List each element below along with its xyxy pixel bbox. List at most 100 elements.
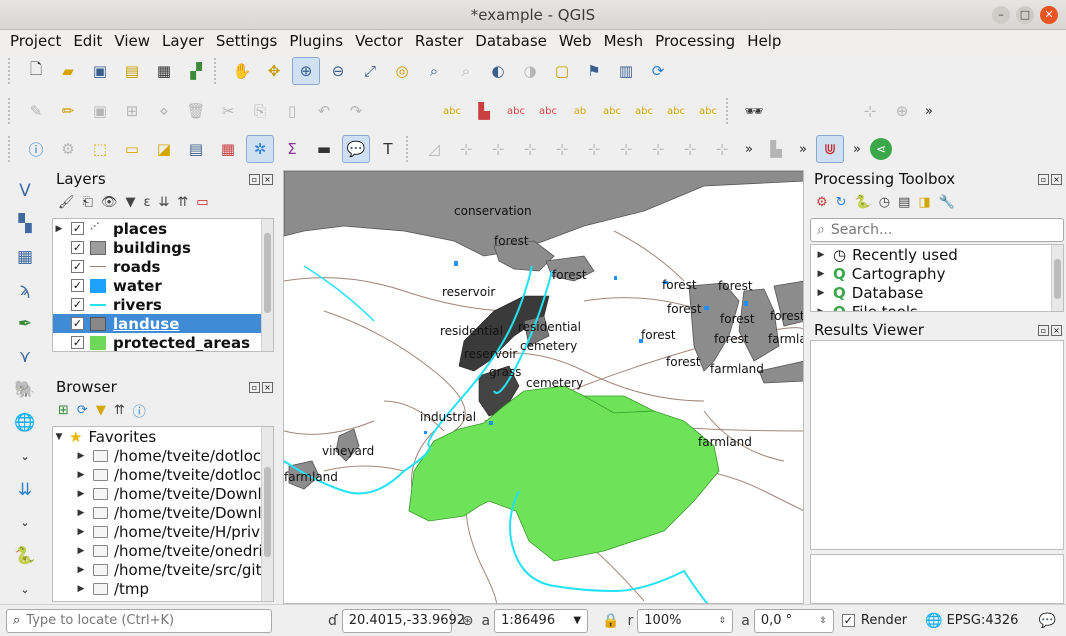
toolbar-overflow-icon[interactable]: » [794,142,812,157]
layer-row-roads[interactable]: ✓ roads [53,257,273,276]
favorite-folder[interactable]: ▶ /home/tveite/src/git/ [53,560,273,579]
menu-settings[interactable]: Settings [210,30,284,52]
menu-processing[interactable]: Processing [649,30,741,52]
close-panel-icon[interactable]: × [1051,324,1062,336]
close-panel-icon[interactable]: × [262,173,273,185]
favorite-folder[interactable]: ▶ /tmp [53,579,273,598]
toolbar-grip[interactable] [214,58,220,84]
filter-icon[interactable]: ▼ [125,195,135,210]
label-pin-icon[interactable]: abc [502,97,530,125]
toolbar-grip[interactable] [8,58,14,84]
toolbar-overflow-icon[interactable]: » [920,104,938,119]
layer-checkbox[interactable]: ✓ [71,241,84,254]
locator-input[interactable]: ⌕ Type to locate (Ctrl+K) [6,608,272,633]
label-move-icon[interactable]: ab [566,97,594,125]
magnifier-field[interactable]: 100% ⇳ [637,608,734,633]
add-group-icon[interactable]: ⎗ [83,195,93,210]
zoom-last-icon[interactable]: ◐ [484,57,512,85]
layer-row-protected-areas[interactable]: ✓ protected_areas [53,333,273,351]
layer-checkbox[interactable]: ✓ [71,336,84,349]
add-wms-icon[interactable]: 🌐 [10,411,40,436]
results-icon[interactable]: ▤ [898,195,910,210]
messages-icon[interactable]: 💬 [1034,613,1059,629]
expand-arrow-icon[interactable]: ▶ [53,224,65,234]
copy-icon[interactable]: ⎘ [246,97,274,125]
toolbar-grip[interactable] [8,98,14,124]
layer-row-places[interactable]: ▶ ✓ ⋰ places [53,219,273,238]
expand-arrow-icon[interactable]: ▶ [75,527,87,537]
expand-arrow-icon[interactable]: ▶ [815,250,827,260]
float-panel-icon[interactable]: ▫ [1038,324,1049,336]
browser-scrollbar[interactable] [261,427,273,601]
options-wrench-icon[interactable]: 🔧 [939,195,955,210]
models-icon[interactable]: ⚙ [816,195,828,210]
toolbar-overflow-icon[interactable]: ⌄ [10,577,40,602]
layer-row-buildings[interactable]: ✓ buildings [53,238,273,257]
edit-features-icon[interactable]: ◨ [918,195,930,210]
menu-raster[interactable]: Raster [409,30,469,52]
close-panel-icon[interactable]: × [1051,173,1062,185]
refresh-icon[interactable]: ⟳ [77,403,88,418]
minimize-icon[interactable]: – [992,6,1010,24]
measure-icon[interactable]: ▬ [310,135,338,163]
expand-arrow-icon[interactable]: ▶ [815,269,827,279]
layer-row-water[interactable]: ✓ water [53,276,273,295]
toolbar-grip[interactable] [726,98,732,124]
favorite-folder[interactable]: ▶ /home/tveite/dotloca [53,465,273,484]
processing-group-database[interactable]: ▶ Q Database [811,283,1063,302]
favorites-node[interactable]: ▼ ★ Favorites [53,427,273,446]
python-icon[interactable]: 🐍 [855,195,871,210]
add-spatialite-icon[interactable]: ⋎ [10,344,40,369]
menu-web[interactable]: Web [553,30,598,52]
results-list[interactable] [810,340,1064,550]
toolbar-overflow-icon[interactable]: ⌄ [10,510,40,535]
add-feature-icon[interactable]: ⊹ [452,135,480,163]
menu-database[interactable]: Database [469,30,553,52]
delete-icon[interactable]: 🗑 [182,97,210,125]
undo-icon[interactable]: ↶ [310,97,338,125]
layer-checkbox[interactable]: ✓ [71,298,84,311]
add-feature-icon[interactable]: ⊹ [708,135,736,163]
toggle-extents-icon[interactable]: ⊛ [458,613,478,629]
add-feature-icon[interactable]: ⊞ [118,97,146,125]
menu-layer[interactable]: Layer [156,30,210,52]
scripts-icon[interactable]: ↻ [836,195,847,210]
float-panel-icon[interactable]: ▫ [249,173,260,185]
label-edit-icon[interactable]: abc [694,97,722,125]
float-panel-icon[interactable]: ▫ [1038,173,1049,185]
layer-checkbox[interactable]: ✓ [71,222,84,235]
zoom-full-icon[interactable]: ⤢ [356,57,384,85]
favorite-folder[interactable]: ▶ /home/tveite/dotloca [53,446,273,465]
zoom-in-icon[interactable]: ⊕ [292,57,320,85]
map-tips-icon[interactable]: 💬 [342,135,370,163]
vertex-tool-icon[interactable]: ⋄ [150,97,178,125]
add-feature-icon[interactable]: ⊹ [644,135,672,163]
history-icon[interactable]: ◷ [879,195,890,210]
expand-arrow-icon[interactable]: ▶ [75,565,87,575]
menu-view[interactable]: View [108,30,156,52]
identify-icon[interactable]: ⓘ [22,135,50,163]
new-project-icon[interactable]: 🗋 [22,57,50,85]
field-calc-icon[interactable]: ▦ [214,135,242,163]
add-gpx-icon[interactable]: ✒ [10,311,40,336]
add-feature-icon[interactable]: ⊹ [484,135,512,163]
layer-checkbox[interactable]: ✓ [71,317,84,330]
map-canvas[interactable]: conservation forest forest reservoir res… [283,170,804,604]
expand-arrow-icon[interactable]: ▶ [75,451,87,461]
deselect-icon[interactable]: ◪ [150,135,178,163]
label-color-icon[interactable]: ▙ [470,97,498,125]
add-feature-icon[interactable]: ⊹ [676,135,704,163]
expand-arrow-icon[interactable]: ▶ [75,546,87,556]
select-by-value-icon[interactable]: ▭ [118,135,146,163]
processing-scrollbar[interactable] [1051,245,1063,311]
redo-icon[interactable]: ↷ [342,97,370,125]
label-edit-icon[interactable]: abc [662,97,690,125]
pan-to-selection-icon[interactable]: ✥ [260,57,288,85]
attribute-table-icon[interactable]: ▤ [182,135,210,163]
add-selected-icon[interactable]: ⊞ [58,403,69,418]
label-icon[interactable]: abc [438,97,466,125]
toolbar-overflow-icon[interactable]: ⌄ [10,444,40,469]
settings-gear-icon[interactable]: ⚙ [54,135,82,163]
favorite-folder[interactable]: ▶ /home/tveite/Downlo [53,484,273,503]
add-feature-icon[interactable]: ⊹ [580,135,608,163]
